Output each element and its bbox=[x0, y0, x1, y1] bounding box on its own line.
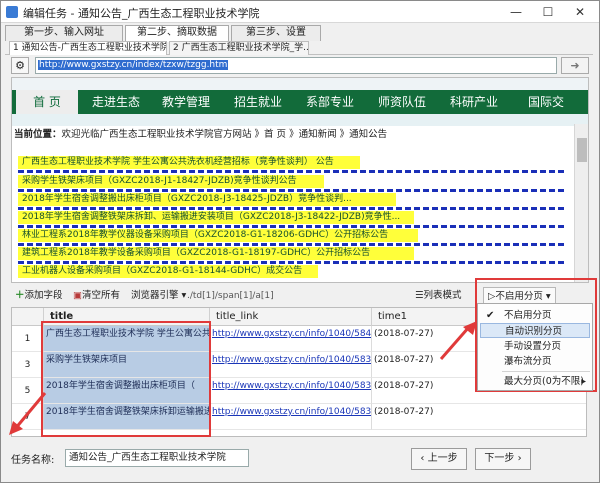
news-item[interactable]: 2018年学生宿舍调整搬出床柜项目（GXZC2018-J3-18425-JDZB… bbox=[18, 193, 396, 206]
nav-item[interactable]: 系部专业 bbox=[302, 90, 358, 114]
list-mode-button[interactable]: ☰列表模式 bbox=[415, 287, 462, 305]
prev-step-button[interactable]: ‹ 上一步 bbox=[411, 448, 467, 470]
task-editor-window: 编辑任务 - 通知公告_广西生态工程职业技术学院 — ☐ ✕ 第一步、输入网址 … bbox=[0, 0, 600, 483]
chevron-right-icon: › bbox=[517, 453, 522, 464]
row-separator bbox=[18, 207, 564, 210]
site-banner bbox=[12, 114, 588, 126]
go-arrow-icon[interactable]: ➜ bbox=[561, 57, 589, 74]
menu-separator bbox=[502, 371, 590, 372]
tab-step-1[interactable]: 第一步、输入网址 bbox=[5, 25, 123, 41]
page-tabs: 1 通知公告-广西生态工程职业技术学院 2 广西生态工程职业技术学院_学... bbox=[5, 41, 593, 55]
minimize-button[interactable]: — bbox=[501, 2, 531, 22]
breadcrumb-path: 欢迎光临广西生态工程职业技术学院官方网站 》首 页 》通知新闻 》通知公告 bbox=[61, 129, 388, 140]
menu-item-manual-paging[interactable]: 手动设置分页 bbox=[480, 339, 590, 354]
news-item[interactable]: 采购学生铁架床项目（GXZC2018-J1-18427-JDZB)竞争性谈判公告 bbox=[18, 175, 324, 188]
plus-icon: ＋ bbox=[15, 290, 25, 301]
annotation-arrow-right bbox=[439, 321, 477, 360]
next-step-label: 下一步 bbox=[484, 453, 515, 464]
news-item[interactable]: 工业机器人设备采购项目（GXZC2018-G1-18144-GDHC）成交公告 bbox=[18, 265, 318, 278]
news-item[interactable]: 林业工程系2018年教学仪器设备采购项目（GXZC2018-G1-18206-G… bbox=[18, 229, 418, 242]
cell-title-link[interactable]: http://www.gxstzy.cn/info/1040/5838.htm bbox=[210, 378, 372, 404]
corner-cell bbox=[12, 308, 44, 326]
url-text: http://www.gxstzy.cn/index/tzxw/tzgg.htm bbox=[38, 60, 229, 70]
chevron-left-icon: ‹ bbox=[420, 453, 425, 464]
xpath-display: ./td[1]/span[1]/a[1] bbox=[187, 291, 274, 301]
list-icon: ☰ bbox=[415, 290, 424, 301]
browser-engine-label: 浏览器引擎 bbox=[131, 290, 179, 301]
menu-item-no-paging[interactable]: ✔ 不启用分页 bbox=[480, 308, 590, 323]
row-separator bbox=[18, 261, 564, 264]
page-tab-2[interactable]: 2 广西生态工程职业技术学院_学... bbox=[169, 41, 309, 55]
menu-item-label: 不启用分页 bbox=[504, 310, 552, 321]
nav-item[interactable]: 科研产业 bbox=[446, 90, 502, 114]
cell-time1[interactable]: (2018-07-27) bbox=[372, 404, 586, 430]
nav-item[interactable]: 走进生态 bbox=[88, 90, 144, 114]
chevron-right-icon: ▸ bbox=[581, 376, 586, 387]
scrollbar-thumb[interactable] bbox=[577, 138, 587, 162]
menu-item-label: 最大分页(0为不限) bbox=[504, 376, 584, 387]
nav-item[interactable]: 国际交 bbox=[518, 90, 588, 114]
task-name-input[interactable]: 通知公告_广西生态工程职业技术学院 bbox=[65, 449, 249, 467]
site-top-strip bbox=[12, 78, 588, 90]
site-nav: 首 页 走进生态 教学管理 招生就业 系部专业 师资队伍 科研产业 国际交 bbox=[12, 90, 588, 114]
page-tab-1[interactable]: 1 通知公告-广西生态工程职业技术学院 bbox=[9, 41, 167, 55]
clear-all-button[interactable]: ▣清空所有 bbox=[73, 287, 120, 305]
annotation-arrow-left bbox=[9, 392, 47, 435]
title-column-highlight-box bbox=[41, 321, 211, 437]
news-item[interactable]: 2018年学生宿舍调整铁架床拆卸、运输搬进安装项目（GXZC2018-J3-18… bbox=[18, 211, 414, 224]
nav-item[interactable]: 师资队伍 bbox=[374, 90, 430, 114]
url-bar: ⚙ http://www.gxstzy.cn/index/tzxw/tzgg.h… bbox=[11, 57, 589, 74]
row-separator bbox=[18, 189, 564, 192]
row-separator bbox=[18, 243, 564, 246]
close-button[interactable]: ✕ bbox=[565, 2, 595, 22]
nav-item[interactable]: 教学管理 bbox=[158, 90, 214, 114]
chevron-down-icon: ▾ bbox=[181, 290, 187, 301]
gear-icon[interactable]: ⚙ bbox=[11, 57, 29, 74]
row-separator bbox=[18, 170, 564, 173]
next-step-button[interactable]: 下一步 › bbox=[475, 448, 531, 470]
cell-title-link[interactable]: http://www.gxstzy.cn/info/1040/5837.htm bbox=[210, 404, 372, 430]
breadcrumb-label: 当前位置： bbox=[14, 129, 62, 140]
clear-icon: ▣ bbox=[73, 290, 82, 301]
list-mode-label: 列表模式 bbox=[423, 290, 462, 301]
breadcrumb: 当前位置：欢迎光临广西生态工程职业技术学院官方网站 》首 页 》通知新闻 》通知… bbox=[14, 128, 574, 142]
browser-scrollbar[interactable] bbox=[574, 124, 588, 282]
column-header-title-link[interactable]: title_link bbox=[210, 308, 372, 326]
prev-step-label: 上一步 bbox=[427, 453, 458, 464]
cell-title-link[interactable]: http://www.gxstzy.cn/info/1040/5839.htm bbox=[210, 352, 372, 378]
nav-item[interactable]: 招生就业 bbox=[230, 90, 286, 114]
clear-all-label: 清空所有 bbox=[81, 290, 120, 301]
row-index: 1 bbox=[12, 326, 44, 352]
tab-step-2[interactable]: 第二步、摘取数据 bbox=[125, 25, 229, 42]
url-input[interactable]: http://www.gxstzy.cn/index/tzxw/tzgg.htm bbox=[35, 57, 557, 74]
window-title: 编辑任务 - 通知公告_广西生态工程职业技术学院 bbox=[23, 7, 260, 20]
maximize-button[interactable]: ☐ bbox=[533, 2, 563, 22]
title-bar: 编辑任务 - 通知公告_广西生态工程职业技术学院 — ☐ ✕ bbox=[1, 1, 599, 23]
news-item[interactable]: 广西生态工程职业技术学院 学生公寓公共洗衣机经营招标（竞争性谈判） 公告 bbox=[18, 156, 360, 169]
cell-title-link[interactable]: http://www.gxstzy.cn/info/1040/5841.htm bbox=[210, 326, 372, 352]
menu-item-waterfall-paging[interactable]: 瀑布流分页 bbox=[480, 354, 590, 369]
menu-item-label: 瀑布流分页 bbox=[504, 356, 552, 367]
nav-home[interactable]: 首 页 bbox=[16, 90, 78, 114]
menu-item-label: 手动设置分页 bbox=[504, 341, 562, 352]
news-item[interactable]: 建筑工程系2018年教学设备采购项目（GXZC2018-G1-18197-GDH… bbox=[18, 247, 414, 260]
news-list: 广西生态工程职业技术学院 学生公寓公共洗衣机经营招标（竞争性谈判） 公告 采购学… bbox=[18, 146, 564, 278]
task-name-label: 任务名称: bbox=[11, 455, 55, 466]
add-field-button[interactable]: ＋添加字段 bbox=[15, 287, 63, 305]
app-icon bbox=[6, 6, 18, 18]
tab-step-3[interactable]: 第三步、设置 bbox=[231, 25, 321, 41]
browser-view: 首 页 走进生态 教学管理 招生就业 系部专业 师资队伍 科研产业 国际交 当前… bbox=[11, 77, 589, 283]
menu-item-label: 自动识别分页 bbox=[505, 326, 563, 337]
browser-engine-dropdown[interactable]: 浏览器引擎 ▾ bbox=[131, 287, 186, 305]
check-icon: ✔ bbox=[486, 310, 495, 321]
row-index: 3 bbox=[12, 352, 44, 378]
add-field-label: 添加字段 bbox=[24, 290, 63, 301]
bottom-bar: 任务名称: 通知公告_广西生态工程职业技术学院 ‹ 上一步 下一步 › bbox=[11, 447, 591, 473]
paging-menu: ✔ 不启用分页 自动识别分页 手动设置分页 瀑布流分页 最大分页(0为不限) ▸ bbox=[477, 303, 593, 391]
menu-item-auto-paging[interactable]: 自动识别分页 bbox=[480, 323, 590, 338]
menu-item-max-pages[interactable]: 最大分页(0为不限) ▸ bbox=[480, 374, 590, 389]
row-separator bbox=[18, 225, 564, 228]
